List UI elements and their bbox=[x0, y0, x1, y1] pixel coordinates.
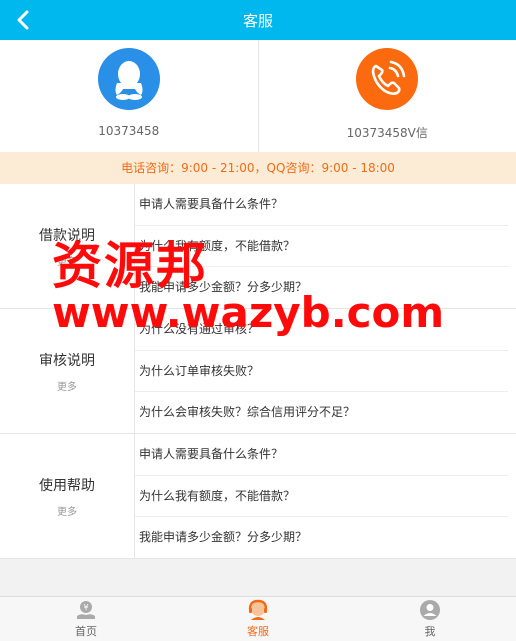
tab-home[interactable]: ¥ 首页 bbox=[0, 597, 172, 641]
section-name: 借款说明 bbox=[39, 225, 95, 245]
phone-number: 10373458V信 bbox=[347, 124, 428, 141]
service-hours: 电话咨询：9:00 - 21:00，QQ咨询：9:00 - 18:00 bbox=[0, 152, 516, 184]
faq-item[interactable]: 申请人需要具备什么条件？ bbox=[135, 434, 508, 476]
page-title: 客服 bbox=[243, 10, 273, 31]
qq-contact[interactable]: 10373458 bbox=[0, 40, 258, 152]
tab-service[interactable]: 客服 bbox=[172, 597, 344, 641]
service-icon bbox=[247, 599, 269, 621]
section-header[interactable]: 借款说明 更多 bbox=[0, 184, 135, 308]
section-header[interactable]: 审核说明 更多 bbox=[0, 309, 135, 433]
faq-item[interactable]: 我能申请多少金额？分多少期？ bbox=[135, 517, 508, 558]
faq-item[interactable]: 为什么订单审核失败？ bbox=[135, 351, 508, 393]
bottom-tab-bar: ¥ 首页 客服 我 bbox=[0, 596, 516, 641]
home-icon: ¥ bbox=[75, 599, 97, 621]
section-name: 使用帮助 bbox=[39, 475, 95, 495]
more-link[interactable]: 更多 bbox=[57, 378, 77, 393]
faq-item[interactable]: 为什么我有额度，不能借款？ bbox=[135, 226, 508, 268]
faq-item[interactable]: 为什么我有额度，不能借款？ bbox=[135, 476, 508, 518]
tab-label: 首页 bbox=[75, 623, 97, 639]
more-link[interactable]: 更多 bbox=[57, 253, 77, 268]
section-name: 审核说明 bbox=[39, 350, 95, 370]
faq-item[interactable]: 申请人需要具备什么条件？ bbox=[135, 184, 508, 226]
svg-text:¥: ¥ bbox=[83, 603, 88, 612]
tab-label: 我 bbox=[425, 623, 436, 639]
header: 客服 bbox=[0, 0, 516, 40]
section-header[interactable]: 使用帮助 更多 bbox=[0, 434, 135, 558]
phone-icon[interactable] bbox=[356, 48, 418, 110]
faq-item[interactable]: 为什么没有通过审核？ bbox=[135, 309, 508, 351]
faq-item[interactable]: 为什么会审核失败？综合信用评分不足？ bbox=[135, 392, 508, 433]
back-arrow-icon[interactable] bbox=[12, 8, 36, 32]
tab-label: 客服 bbox=[247, 623, 269, 639]
more-link[interactable]: 更多 bbox=[57, 503, 77, 518]
tab-me[interactable]: 我 bbox=[344, 597, 516, 641]
faq-section-review: 审核说明 更多 为什么没有通过审核？ 为什么订单审核失败？ 为什么会审核失败？综… bbox=[0, 309, 516, 434]
contact-panel: 10373458 10373458V信 bbox=[0, 40, 516, 152]
faq-section-help: 使用帮助 更多 申请人需要具备什么条件？ 为什么我有额度，不能借款？ 我能申请多… bbox=[0, 434, 516, 559]
phone-contact[interactable]: 10373458V信 bbox=[258, 40, 516, 152]
qq-icon[interactable] bbox=[98, 48, 160, 110]
qq-number: 10373458 bbox=[98, 124, 159, 138]
faq-section-loan: 借款说明 更多 申请人需要具备什么条件？ 为什么我有额度，不能借款？ 我能申请多… bbox=[0, 184, 516, 309]
faq-sections: 借款说明 更多 申请人需要具备什么条件？ 为什么我有额度，不能借款？ 我能申请多… bbox=[0, 184, 516, 559]
user-icon bbox=[419, 599, 441, 621]
faq-item[interactable]: 我能申请多少金额？分多少期？ bbox=[135, 267, 508, 308]
